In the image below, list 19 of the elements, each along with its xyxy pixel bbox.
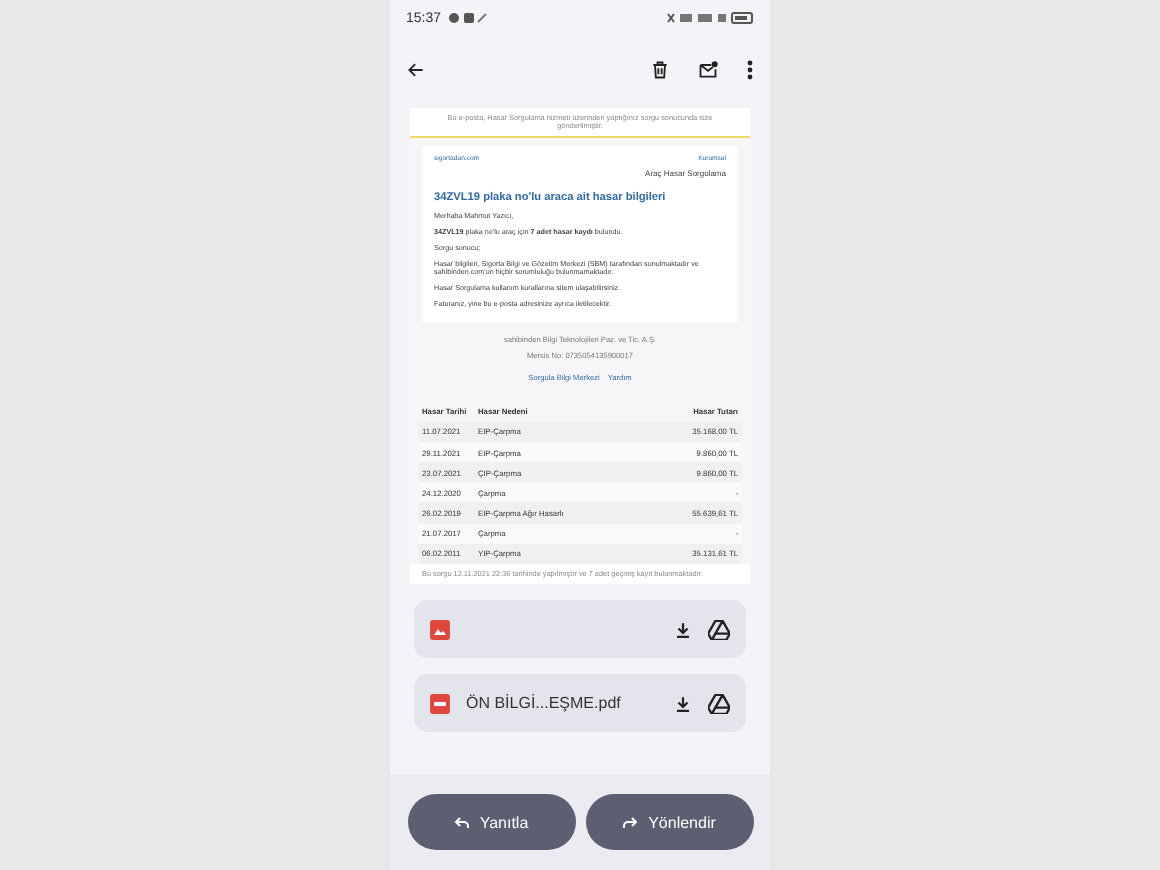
pdf-file-icon bbox=[430, 693, 450, 714]
back-arrow-icon[interactable] bbox=[406, 60, 426, 80]
download-icon[interactable] bbox=[674, 619, 692, 640]
image-file-icon bbox=[430, 619, 450, 640]
drive-icon[interactable] bbox=[708, 693, 730, 714]
reply-button[interactable]: Yanıtla bbox=[407, 794, 575, 850]
mail-icon[interactable] bbox=[698, 60, 718, 80]
system-status-icons bbox=[666, 12, 754, 24]
trash-icon[interactable] bbox=[650, 60, 670, 80]
drive-icon[interactable] bbox=[708, 619, 730, 640]
forward-icon bbox=[622, 815, 639, 829]
attachment-card[interactable]: ÖN BİLGİ...EŞME.pdf bbox=[414, 674, 746, 733]
forward-button[interactable]: Yönlendir bbox=[585, 794, 753, 850]
download-icon[interactable] bbox=[674, 693, 692, 714]
attachment-name: ÖN BİLGİ...EŞME.pdf bbox=[466, 694, 623, 713]
attachment-card[interactable] bbox=[414, 600, 746, 659]
reply-icon bbox=[453, 815, 470, 829]
notification-icons bbox=[447, 12, 488, 24]
more-icon[interactable] bbox=[746, 60, 754, 80]
